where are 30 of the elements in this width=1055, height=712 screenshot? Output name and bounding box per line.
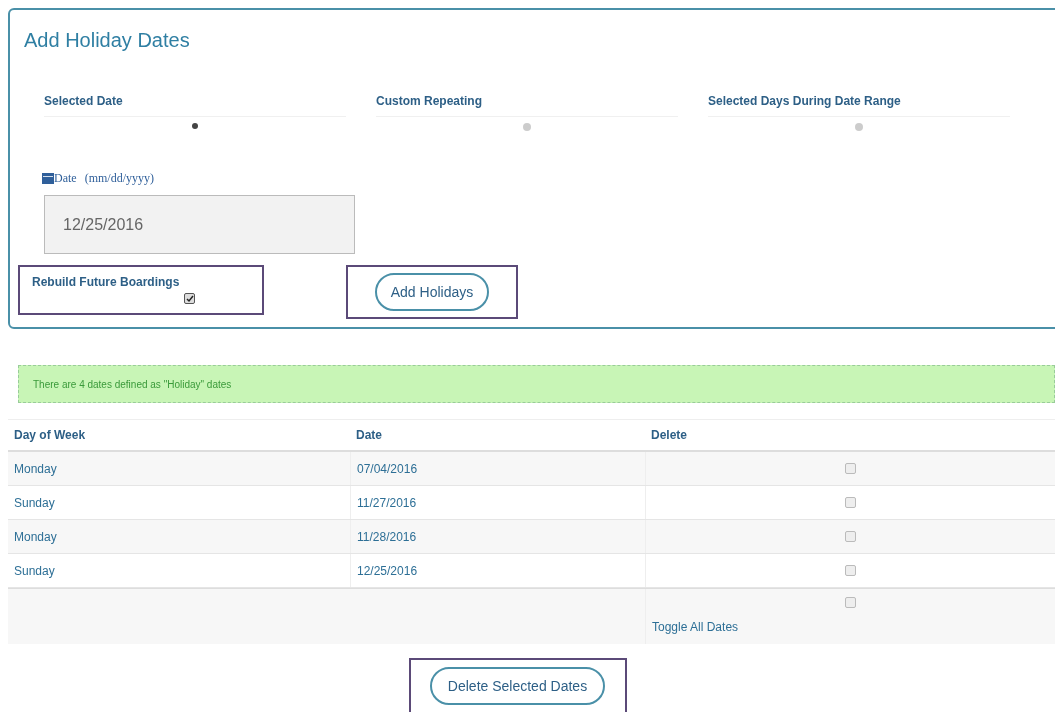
delete-checkbox[interactable] bbox=[845, 463, 856, 474]
format-hint: (mm/dd/yyyy) bbox=[84, 170, 154, 187]
delete-dates-button[interactable]: Delete Selected Dates bbox=[429, 667, 606, 705]
info-banner: There are 4 dates defined as "Holiday" dates bbox=[18, 365, 1055, 403]
table-cell-text: Monday bbox=[13, 460, 58, 478]
table-cell-text: Monday bbox=[13, 528, 58, 546]
table-cell: 11/28/2016 bbox=[350, 520, 645, 553]
toggle-checkbox[interactable] bbox=[845, 597, 856, 608]
table-cell-text: Sunday bbox=[13, 494, 56, 512]
table-cell: 12/25/2016 bbox=[350, 554, 645, 587]
step-tab[interactable]: Selected Days During Date Range bbox=[708, 92, 1010, 110]
delete-checkbox[interactable] bbox=[845, 565, 856, 576]
column-header: Date bbox=[355, 427, 383, 444]
calendar-icon bbox=[42, 172, 54, 184]
table-cell: 07/04/2016 bbox=[350, 452, 645, 485]
rebuild-checkbox[interactable] bbox=[184, 293, 195, 304]
column-header: Day of Week bbox=[13, 427, 87, 444]
option-label: Rebuild Future Boardings bbox=[32, 274, 181, 291]
field-label: Date bbox=[54, 170, 77, 187]
delete-checkbox[interactable] bbox=[845, 531, 856, 542]
delete-checkbox[interactable] bbox=[845, 497, 856, 508]
toggle-label: Toggle All Dates bbox=[651, 619, 740, 636]
step-tab[interactable]: Custom Repeating bbox=[376, 92, 678, 110]
table-cell: 11/27/2016 bbox=[350, 486, 645, 519]
column-header: Delete bbox=[650, 427, 688, 444]
table-cell-text: Sunday bbox=[13, 562, 56, 580]
date-field[interactable]: 12/25/2016 bbox=[44, 195, 355, 254]
panel-title: Add Holiday Dates bbox=[24, 28, 191, 53]
add-holidays-button[interactable]: Add Holidays bbox=[374, 273, 490, 311]
step-tab[interactable]: Selected Date bbox=[44, 92, 346, 110]
